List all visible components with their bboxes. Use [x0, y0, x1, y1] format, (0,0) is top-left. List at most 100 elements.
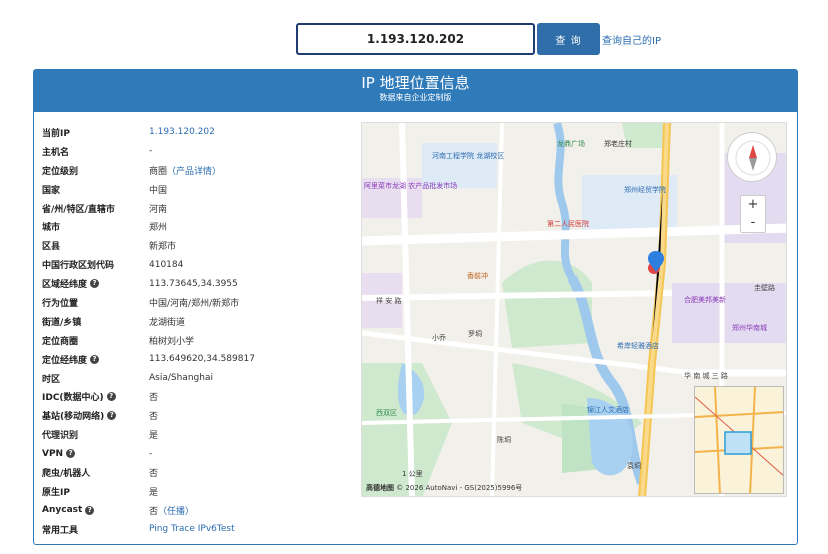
help-icon[interactable]: ? — [107, 411, 117, 421]
info-table: 当前IP 1.193.120.202 主机名 - 定位级别 商圈 （产品详情） 国家 中国 省/州… — [42, 123, 352, 539]
row-label-text: 定位级别 — [42, 166, 79, 177]
row-label: IDC(数据中心)? — [42, 390, 149, 403]
info-row: 中国行政区划代码 410184 — [42, 255, 352, 274]
map-label-hotel2: 锦江人文酒店 — [587, 406, 629, 414]
row-label: 常用工具 — [42, 523, 149, 536]
help-icon[interactable]: ? — [85, 505, 95, 515]
row-label-text: 区域经纬度 — [42, 280, 88, 291]
row-label-text: 街道/乡镇 — [42, 317, 82, 328]
map-label-hospital: 第二人民医院 — [547, 220, 589, 228]
info-row: 爬虫/机器人 否 — [42, 463, 352, 482]
map-scale: 1 公里 — [402, 470, 423, 478]
map-label-hotel1: 希岸轻雅酒店 — [617, 342, 659, 350]
row-label: 国家 — [42, 183, 149, 196]
row-value: 113.649620,34.589817 — [149, 354, 255, 365]
help-icon[interactable]: ? — [66, 449, 76, 459]
row-value: 113.73645,34.3955 — [149, 278, 238, 289]
help-icon[interactable]: ? — [90, 279, 100, 289]
row-label: 定位级别 — [42, 164, 149, 177]
row-label-text: 城市 — [42, 223, 61, 234]
help-icon[interactable]: ? — [90, 354, 100, 364]
row-value: 否 — [149, 412, 159, 423]
compass-control[interactable] — [727, 132, 777, 182]
info-row: 国家 中国 — [42, 180, 352, 199]
info-row: 代理识别 是 — [42, 425, 352, 444]
row-value: 410184 — [149, 259, 184, 270]
row-label-text: 主机名 — [42, 147, 70, 158]
info-row: 当前IP 1.193.120.202 — [42, 123, 352, 142]
row-value: 中国/河南/郑州/新郑市 — [149, 298, 240, 309]
info-row: 主机名 - — [42, 142, 352, 161]
info-row: 定位商圈 柏树刘小学 — [42, 331, 352, 350]
row-label-text: 省/州/特区/直辖市 — [42, 204, 115, 215]
row-label-text: 定位商圈 — [42, 336, 79, 347]
minimap[interactable] — [694, 386, 784, 494]
row-label: 爬虫/机器人 — [42, 466, 149, 479]
map-logo: 高德地图 — [366, 484, 394, 492]
zoom-out-button[interactable]: - — [741, 214, 765, 232]
row-value: - — [149, 448, 153, 459]
row-value: Asia/Shanghai — [149, 373, 213, 384]
row-extra-link[interactable]: （任播） — [158, 504, 194, 517]
panel-title: IP 地理位置信息 — [361, 74, 470, 92]
search-button[interactable]: 查 询 — [537, 23, 600, 55]
row-value: 否 — [149, 506, 159, 517]
map-label-xiangan: 祥 安 路 — [376, 297, 402, 305]
row-value: 否 — [149, 393, 159, 404]
panel-header: IP 地理位置信息 数据来自企业定制版 — [34, 70, 797, 112]
row-label-text: IDC(数据中心) — [42, 393, 104, 404]
info-row: 区域经纬度? 113.73645,34.3955 — [42, 274, 352, 293]
row-label: 基站(移动网络)? — [42, 409, 149, 422]
info-row: IDC(数据中心)? 否 — [42, 387, 352, 406]
map-copyright-text: © 2026 AutoNavi - GS(2025)5996号 — [396, 484, 523, 492]
row-value[interactable]: Ping Trace IPv6Test — [149, 524, 235, 534]
map-label-bigu: 圭壁路 — [754, 284, 775, 292]
row-label: 区域经纬度? — [42, 277, 149, 290]
map[interactable]: 河南工程学院 龙湖校区 龙鼎广场 郑老庄村 郑州经贸学院 第二人民医院 阿里菜市… — [361, 122, 787, 497]
row-label: 行为位置 — [42, 296, 149, 309]
row-extra-link[interactable]: （产品详情） — [167, 164, 221, 177]
row-label: 时区 — [42, 372, 149, 385]
map-label-jingmao: 郑州经贸学院 — [624, 186, 666, 194]
row-label: 代理识别 — [42, 428, 149, 441]
my-ip-link[interactable]: 查询自己的IP — [602, 32, 661, 47]
row-label: 区县 — [42, 239, 149, 252]
row-value: 是 — [149, 431, 159, 442]
row-label: 街道/乡镇 — [42, 315, 149, 328]
row-label-text: 常用工具 — [42, 525, 79, 536]
info-row: 城市 郑州 — [42, 217, 352, 236]
row-value: 商圈 — [149, 166, 168, 177]
row-label-text: 基站(移动网络) — [42, 412, 105, 423]
map-label-xiaoqiao: 小乔 — [432, 334, 446, 342]
info-row: 区县 新郑市 — [42, 236, 352, 255]
search-bar: 查 询 查询自己的IP — [296, 23, 716, 55]
row-label-text: Anycast — [42, 505, 83, 516]
ip-search-input[interactable] — [296, 23, 535, 55]
map-label-meijiao: 合肥美邦美新 — [684, 296, 726, 304]
row-value: 柏树刘小学 — [149, 336, 195, 347]
row-value: 龙湖街道 — [149, 317, 186, 328]
row-label-text: 中国行政区划代码 — [42, 261, 115, 272]
row-label-text: 爬虫/机器人 — [42, 468, 91, 479]
help-icon[interactable]: ? — [106, 392, 116, 402]
map-label-huanan: 华 南 城 三 路 — [684, 372, 728, 380]
map-label-luogang: 罗垌 — [468, 330, 482, 338]
row-value: 是 — [149, 487, 159, 498]
row-label: 原生IP — [42, 485, 149, 498]
row-label: 省/州/特区/直辖市 — [42, 202, 149, 215]
row-value: 新郑市 — [149, 242, 177, 253]
zoom-in-button[interactable]: + — [741, 196, 765, 214]
info-row: 省/州/特区/直辖市 河南 — [42, 199, 352, 218]
minimap-canvas — [695, 387, 783, 493]
row-label-text: 国家 — [42, 185, 61, 196]
info-row: 常用工具 Ping Trace IPv6Test — [42, 520, 352, 539]
map-label-square: 龙鼎广场 — [557, 140, 585, 148]
row-label: VPN? — [42, 449, 149, 459]
map-label-chenxiang: 陈垌 — [497, 436, 511, 444]
row-value[interactable]: 1.193.120.202 — [149, 127, 215, 137]
row-label-text: 原生IP — [42, 487, 70, 498]
map-label-village: 郑老庄村 — [604, 140, 632, 148]
row-label: 中国行政区划代码 — [42, 258, 149, 271]
map-label-college: 河南工程学院 龙湖校区 — [432, 152, 505, 160]
row-value: 否 — [149, 468, 159, 479]
